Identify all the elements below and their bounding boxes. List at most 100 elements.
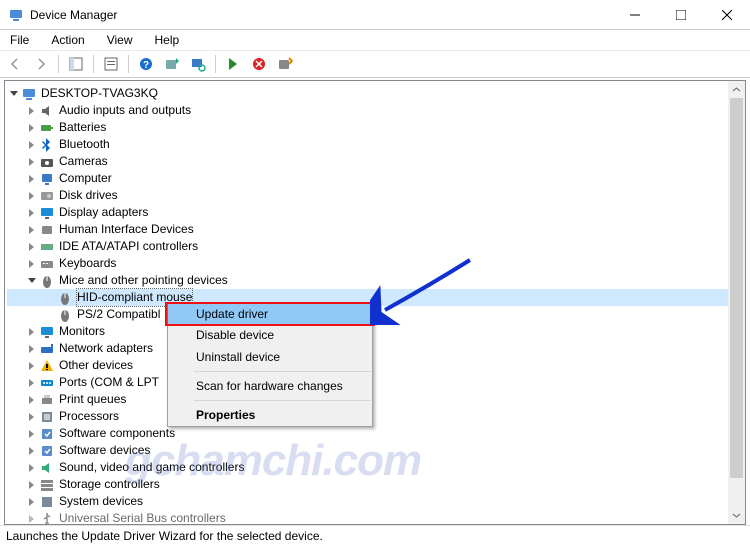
expand-toggle[interactable]: [25, 241, 37, 253]
mouse-icon: [39, 273, 55, 289]
menu-action[interactable]: Action: [47, 31, 88, 49]
window-title: Device Manager: [30, 8, 612, 22]
category-system[interactable]: System devices: [59, 493, 143, 510]
scroll-up-button[interactable]: [728, 81, 745, 98]
scroll-thumb[interactable]: [730, 98, 743, 478]
category-storage[interactable]: Storage controllers: [59, 476, 160, 493]
expand-toggle[interactable]: [25, 122, 37, 134]
update-driver-button[interactable]: [161, 53, 183, 75]
category-sw-components[interactable]: Software components: [59, 425, 175, 442]
disable-device-button[interactable]: [248, 53, 270, 75]
mouse-icon: [57, 307, 73, 323]
storage-icon: [39, 477, 55, 493]
category-print[interactable]: Print queues: [59, 391, 126, 408]
ctx-scan-hardware[interactable]: Scan for hardware changes: [168, 375, 372, 397]
svg-text:?: ?: [143, 60, 149, 71]
menu-help[interactable]: Help: [151, 31, 184, 49]
monitor-icon: [39, 324, 55, 340]
battery-icon: [39, 120, 55, 136]
category-display[interactable]: Display adapters: [59, 204, 148, 221]
ide-icon: [39, 239, 55, 255]
hid-icon: [39, 222, 55, 238]
expand-toggle[interactable]: [25, 326, 37, 338]
category-mice[interactable]: Mice and other pointing devices: [59, 272, 228, 289]
menu-file[interactable]: File: [6, 31, 33, 49]
expand-toggle[interactable]: [25, 445, 37, 457]
ctx-update-driver[interactable]: Update driver: [167, 303, 373, 325]
expand-toggle[interactable]: [25, 343, 37, 355]
port-icon: [39, 375, 55, 391]
display-icon: [39, 205, 55, 221]
category-monitors[interactable]: Monitors: [59, 323, 105, 340]
forward-button: [30, 53, 52, 75]
category-cameras[interactable]: Cameras: [59, 153, 108, 170]
category-batteries[interactable]: Batteries: [59, 119, 106, 136]
expand-toggle[interactable]: [25, 105, 37, 117]
mouse-icon: [57, 290, 73, 306]
scroll-down-button[interactable]: [728, 507, 745, 524]
category-computer[interactable]: Computer: [59, 170, 112, 187]
expand-toggle[interactable]: [25, 173, 37, 185]
properties-button[interactable]: [100, 53, 122, 75]
category-hid[interactable]: Human Interface Devices: [59, 221, 194, 238]
menu-view[interactable]: View: [103, 31, 137, 49]
computer-icon: [21, 86, 37, 102]
vertical-scrollbar[interactable]: [728, 81, 745, 524]
device-tree[interactable]: DESKTOP-TVAG3KQ Audio inputs and outputs…: [5, 81, 745, 525]
computer-icon: [39, 171, 55, 187]
expand-toggle[interactable]: [25, 258, 37, 270]
show-hide-tree-button[interactable]: [65, 53, 87, 75]
ctx-disable-device[interactable]: Disable device: [168, 324, 372, 346]
minimize-button[interactable]: [612, 0, 658, 30]
disk-icon: [39, 188, 55, 204]
category-audio[interactable]: Audio inputs and outputs: [59, 102, 191, 119]
category-network[interactable]: Network adapters: [59, 340, 153, 357]
ctx-uninstall-device[interactable]: Uninstall device: [168, 346, 372, 368]
expand-toggle[interactable]: [25, 394, 37, 406]
menu-bar: File Action View Help: [0, 30, 750, 50]
expand-toggle[interactable]: [25, 377, 37, 389]
software-icon: [39, 443, 55, 459]
expand-toggle[interactable]: [25, 224, 37, 236]
expand-toggle[interactable]: [25, 360, 37, 372]
expand-toggle[interactable]: [25, 156, 37, 168]
category-usb[interactable]: Universal Serial Bus controllers: [59, 510, 226, 525]
category-sw-devices[interactable]: Software devices: [59, 442, 150, 459]
close-button[interactable]: [704, 0, 750, 30]
expand-toggle[interactable]: [25, 496, 37, 508]
scan-hardware-button[interactable]: [187, 53, 209, 75]
expand-toggle[interactable]: [25, 139, 37, 151]
warning-icon: [39, 358, 55, 374]
expand-toggle[interactable]: [25, 479, 37, 491]
expand-toggle[interactable]: [25, 207, 37, 219]
category-disk-drives[interactable]: Disk drives: [59, 187, 118, 204]
category-other[interactable]: Other devices: [59, 357, 133, 374]
root-node[interactable]: DESKTOP-TVAG3KQ: [41, 85, 158, 102]
category-bluetooth[interactable]: Bluetooth: [59, 136, 110, 153]
category-keyboards[interactable]: Keyboards: [59, 255, 116, 272]
category-ide[interactable]: IDE ATA/ATAPI controllers: [59, 238, 198, 255]
category-ports[interactable]: Ports (COM & LPT: [59, 374, 159, 391]
ctx-properties[interactable]: Properties: [168, 404, 372, 426]
expand-toggle[interactable]: [25, 462, 37, 474]
expand-toggle[interactable]: [7, 88, 19, 100]
expand-toggle[interactable]: [25, 190, 37, 202]
category-sound[interactable]: Sound, video and game controllers: [59, 459, 244, 476]
expand-toggle[interactable]: [25, 275, 37, 287]
expand-toggle[interactable]: [25, 428, 37, 440]
category-processors[interactable]: Processors: [59, 408, 119, 425]
help-button[interactable]: ?: [135, 53, 157, 75]
enable-device-button[interactable]: [222, 53, 244, 75]
usb-icon: [39, 511, 55, 526]
system-icon: [39, 494, 55, 510]
expand-toggle[interactable]: [25, 411, 37, 423]
audio-icon: [39, 103, 55, 119]
maximize-button[interactable]: [658, 0, 704, 30]
uninstall-device-button[interactable]: [274, 53, 296, 75]
software-icon: [39, 426, 55, 442]
status-bar: Launches the Update Driver Wizard for th…: [0, 525, 750, 547]
back-button: [4, 53, 26, 75]
device-ps2-mouse[interactable]: PS/2 Compatibl: [77, 306, 160, 323]
keyboard-icon: [39, 256, 55, 272]
expand-toggle[interactable]: [25, 513, 37, 525]
